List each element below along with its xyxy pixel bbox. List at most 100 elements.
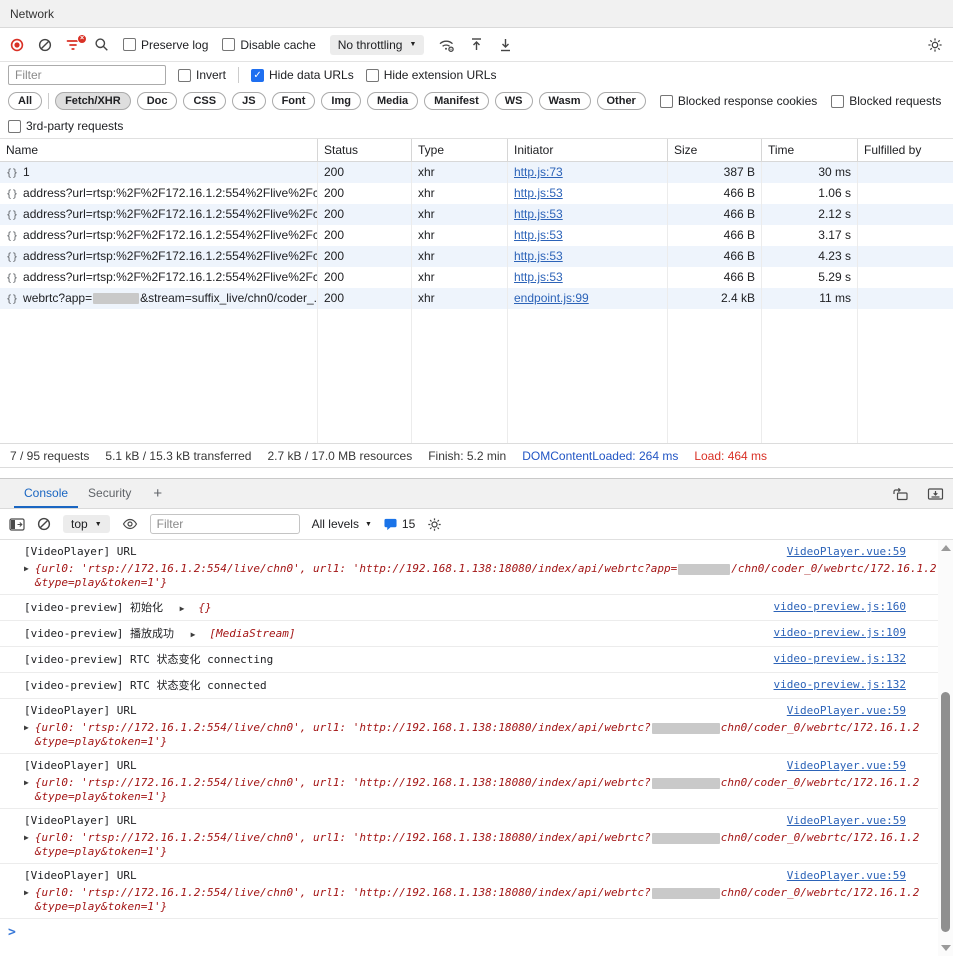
- log-levels-dropdown[interactable]: All levels ▼: [312, 517, 372, 531]
- tab-console[interactable]: Console: [14, 479, 78, 508]
- issues-counter[interactable]: 15: [384, 517, 415, 531]
- import-har-icon[interactable]: [469, 37, 484, 52]
- initiator-link[interactable]: endpoint.js:99: [514, 291, 589, 305]
- blocked-requests-box[interactable]: [831, 95, 844, 108]
- chip-other[interactable]: Other: [597, 92, 646, 110]
- column-header-time[interactable]: Time: [762, 139, 858, 161]
- export-har-icon[interactable]: [498, 37, 513, 52]
- console-settings-gear-icon[interactable]: [427, 517, 442, 532]
- table-row[interactable]: {}address?url=rtsp:%2F%2F172.16.1.2:554%…: [0, 183, 953, 204]
- chip-ws[interactable]: WS: [495, 92, 533, 110]
- console-context-selector[interactable]: top ▼: [63, 515, 110, 533]
- initiator-link[interactable]: http.js:53: [514, 207, 563, 221]
- scrollbar-thumb[interactable]: [941, 692, 950, 932]
- chip-media[interactable]: Media: [367, 92, 418, 110]
- expand-triangle-icon[interactable]: ▶: [180, 604, 185, 613]
- hide-drawer-icon[interactable]: [918, 479, 953, 508]
- cell-name[interactable]: {}address?url=rtsp:%2F%2F172.16.1.2:554%…: [0, 183, 318, 204]
- chip-js[interactable]: JS: [232, 92, 265, 110]
- invert-checkbox-box[interactable]: [178, 69, 191, 82]
- object-preview[interactable]: [MediaStream]: [209, 627, 295, 640]
- scrollbar-down-arrow-icon[interactable]: [941, 945, 951, 951]
- chip-fetch-xhr[interactable]: Fetch/XHR: [55, 92, 131, 110]
- drawer-history-icon[interactable]: [883, 479, 918, 508]
- cell-name[interactable]: {}1: [0, 162, 318, 183]
- hide-data-urls-checkbox-box[interactable]: ✓: [251, 69, 264, 82]
- column-header-initiator[interactable]: Initiator: [508, 139, 668, 161]
- initiator-link[interactable]: http.js:73: [514, 165, 563, 179]
- console-scrollbar[interactable]: [938, 540, 953, 956]
- third-party-requests-box[interactable]: [8, 120, 21, 133]
- preserve-log-checkbox[interactable]: Preserve log: [123, 38, 208, 52]
- object-preview[interactable]: {url0: 'rtsp://172.16.1.2:554/live/chn0'…: [35, 886, 920, 914]
- table-row[interactable]: {}address?url=rtsp:%2F%2F172.16.1.2:554%…: [0, 204, 953, 225]
- source-link[interactable]: video-preview.js:160: [774, 599, 932, 615]
- table-row[interactable]: {}1200xhrhttp.js:73387 B30 ms: [0, 162, 953, 183]
- table-row[interactable]: {}webrtc?app=&stream=suffix_live/chn0/co…: [0, 288, 953, 309]
- chip-css[interactable]: CSS: [183, 92, 226, 110]
- search-icon[interactable]: [94, 37, 109, 52]
- source-link[interactable]: VideoPlayer.vue:59: [787, 813, 932, 829]
- chip-font[interactable]: Font: [272, 92, 316, 110]
- third-party-requests-checkbox[interactable]: 3rd-party requests: [8, 119, 123, 133]
- object-preview[interactable]: {url0: 'rtsp://172.16.1.2:554/live/chn0'…: [35, 721, 920, 749]
- disable-cache-checkbox-box[interactable]: [222, 38, 235, 51]
- expand-triangle-icon[interactable]: ▶: [24, 888, 29, 914]
- chip-manifest[interactable]: Manifest: [424, 92, 489, 110]
- column-header-name[interactable]: Name: [0, 139, 318, 161]
- clear-network-log-icon[interactable]: [38, 38, 52, 52]
- initiator-link[interactable]: http.js:53: [514, 249, 563, 263]
- scrollbar-up-arrow-icon[interactable]: [941, 545, 951, 551]
- column-header-type[interactable]: Type: [412, 139, 508, 161]
- source-link[interactable]: video-preview.js:132: [774, 677, 932, 693]
- expand-triangle-icon[interactable]: ▶: [24, 778, 29, 804]
- tab-security[interactable]: Security: [78, 479, 141, 508]
- record-icon[interactable]: [10, 38, 24, 52]
- object-preview[interactable]: {url0: 'rtsp://172.16.1.2:554/live/chn0'…: [35, 831, 920, 859]
- object-preview[interactable]: {}: [198, 601, 211, 614]
- blocked-response-cookies-checkbox[interactable]: Blocked response cookies: [660, 94, 817, 108]
- source-link[interactable]: VideoPlayer.vue:59: [787, 703, 932, 719]
- source-link[interactable]: VideoPlayer.vue:59: [787, 544, 932, 560]
- network-filter-input[interactable]: [8, 65, 166, 85]
- cell-name[interactable]: {}address?url=rtsp:%2F%2F172.16.1.2:554%…: [0, 204, 318, 225]
- initiator-link[interactable]: http.js:53: [514, 228, 563, 242]
- column-header-status[interactable]: Status: [318, 139, 412, 161]
- column-header-size[interactable]: Size: [668, 139, 762, 161]
- initiator-link[interactable]: http.js:53: [514, 186, 563, 200]
- console-sidebar-icon[interactable]: [9, 518, 25, 531]
- hide-extension-urls-checkbox-box[interactable]: [366, 69, 379, 82]
- object-preview[interactable]: {url0: 'rtsp://172.16.1.2:554/live/chn0'…: [35, 562, 937, 590]
- disable-cache-checkbox[interactable]: Disable cache: [222, 38, 315, 52]
- clear-console-icon[interactable]: [37, 517, 51, 531]
- cell-name[interactable]: {}address?url=rtsp:%2F%2F172.16.1.2:554%…: [0, 225, 318, 246]
- source-link[interactable]: video-preview.js:109: [774, 625, 932, 641]
- expand-triangle-icon[interactable]: ▶: [191, 630, 196, 639]
- chip-wasm[interactable]: Wasm: [539, 92, 591, 110]
- console-prompt[interactable]: >: [0, 919, 938, 940]
- table-row[interactable]: {}address?url=rtsp:%2F%2F172.16.1.2:554%…: [0, 267, 953, 288]
- source-link[interactable]: VideoPlayer.vue:59: [787, 868, 932, 884]
- preserve-log-checkbox-box[interactable]: [123, 38, 136, 51]
- object-preview[interactable]: {url0: 'rtsp://172.16.1.2:554/live/chn0'…: [35, 776, 920, 804]
- chip-all[interactable]: All: [8, 92, 42, 110]
- cell-name[interactable]: {}address?url=rtsp:%2F%2F172.16.1.2:554%…: [0, 246, 318, 267]
- hide-data-urls-checkbox[interactable]: ✓ Hide data URLs: [251, 68, 354, 82]
- expand-triangle-icon[interactable]: ▶: [24, 723, 29, 749]
- hide-extension-urls-checkbox[interactable]: Hide extension URLs: [366, 68, 497, 82]
- blocked-requests-checkbox[interactable]: Blocked requests: [831, 94, 941, 108]
- network-settings-gear-icon[interactable]: [927, 37, 943, 53]
- table-row[interactable]: {}address?url=rtsp:%2F%2F172.16.1.2:554%…: [0, 225, 953, 246]
- invert-checkbox[interactable]: Invert: [178, 68, 226, 82]
- console-filter-input[interactable]: [150, 514, 300, 534]
- expand-triangle-icon[interactable]: ▶: [24, 564, 29, 590]
- network-filter-icon[interactable]: ×: [66, 39, 80, 51]
- source-link[interactable]: video-preview.js:132: [774, 651, 932, 667]
- table-row[interactable]: {}address?url=rtsp:%2F%2F172.16.1.2:554%…: [0, 246, 953, 267]
- create-live-expression-eye-icon[interactable]: [122, 518, 138, 530]
- add-drawer-tab-button[interactable]: +: [141, 479, 174, 508]
- blocked-response-cookies-box[interactable]: [660, 95, 673, 108]
- chip-img[interactable]: Img: [321, 92, 361, 110]
- cell-name[interactable]: {}address?url=rtsp:%2F%2F172.16.1.2:554%…: [0, 267, 318, 288]
- network-conditions-icon[interactable]: [438, 37, 455, 53]
